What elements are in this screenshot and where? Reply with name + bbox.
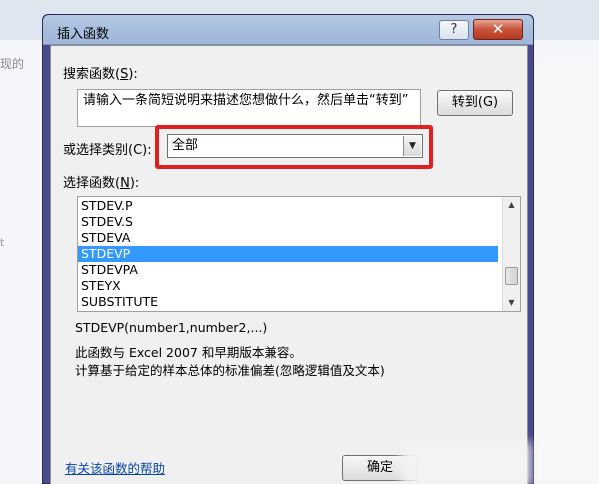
list-item[interactable]: STDEV.S [78,214,498,230]
list-item[interactable]: STDEVA [78,230,498,246]
dialog-titlebar[interactable]: 插入函数 ? ✕ [43,15,533,45]
list-scrollbar[interactable]: ▲ ▼ [502,197,520,311]
function-help-link[interactable]: 有关该函数的帮助 [65,458,165,477]
category-value: 全部 [172,138,199,153]
scroll-thumb[interactable] [505,267,518,285]
dialog-body: 搜索函数(S): 请输入一条简短说明来描述您想做什么，然后单击“转到” 转到(G… [50,45,531,484]
dialog-title: 插入函数 [57,27,110,42]
help-button[interactable]: ? [439,20,469,40]
background-text: 现的 [0,57,25,71]
list-item-selected[interactable]: STDEVP [78,246,498,262]
function-list[interactable]: STDEV.P STDEV.S STDEVA STDEVP STDEVPA ST… [77,196,521,312]
list-item[interactable]: STDEV.P [78,198,498,214]
background-panel [530,60,599,480]
close-button[interactable]: ✕ [473,19,523,40]
insert-function-dialog: 插入函数 ? ✕ 搜索函数(S): 请输入一条简短说明来描述您想做什么，然后单击… [42,14,534,484]
list-item[interactable]: STDEVPA [78,262,498,278]
category-label: 或选择类别(C): [63,143,152,158]
chevron-down-icon[interactable]: ▼ [403,136,421,156]
list-item[interactable]: SUBSTITUTE [78,294,498,310]
function-signature: STDEVP(number1,number2,...) [75,320,268,335]
function-list-label: 选择函数(N): [63,176,140,191]
description-line: 此函数与 Excel 2007 和早期版本兼容。 [75,345,302,360]
scroll-up-arrow-icon[interactable]: ▲ [503,197,520,213]
background-side-text: t [0,236,5,249]
list-item[interactable]: STEYX [78,278,498,294]
description-line: 计算基于给定的样本总体的标准偏差(忽略逻辑值及文本) [75,363,385,378]
category-select[interactable]: 全部 ▼ [167,134,423,158]
function-description: 此函数与 Excel 2007 和早期版本兼容。 计算基于给定的样本总体的标准偏… [75,344,385,380]
search-input[interactable]: 请输入一条简短说明来描述您想做什么，然后单击“转到” [77,89,421,127]
blurred-region [401,442,531,484]
scroll-down-arrow-icon[interactable]: ▼ [503,295,520,311]
search-label: 搜索函数(S): [63,67,138,82]
go-button[interactable]: 转到(G) [437,90,513,116]
